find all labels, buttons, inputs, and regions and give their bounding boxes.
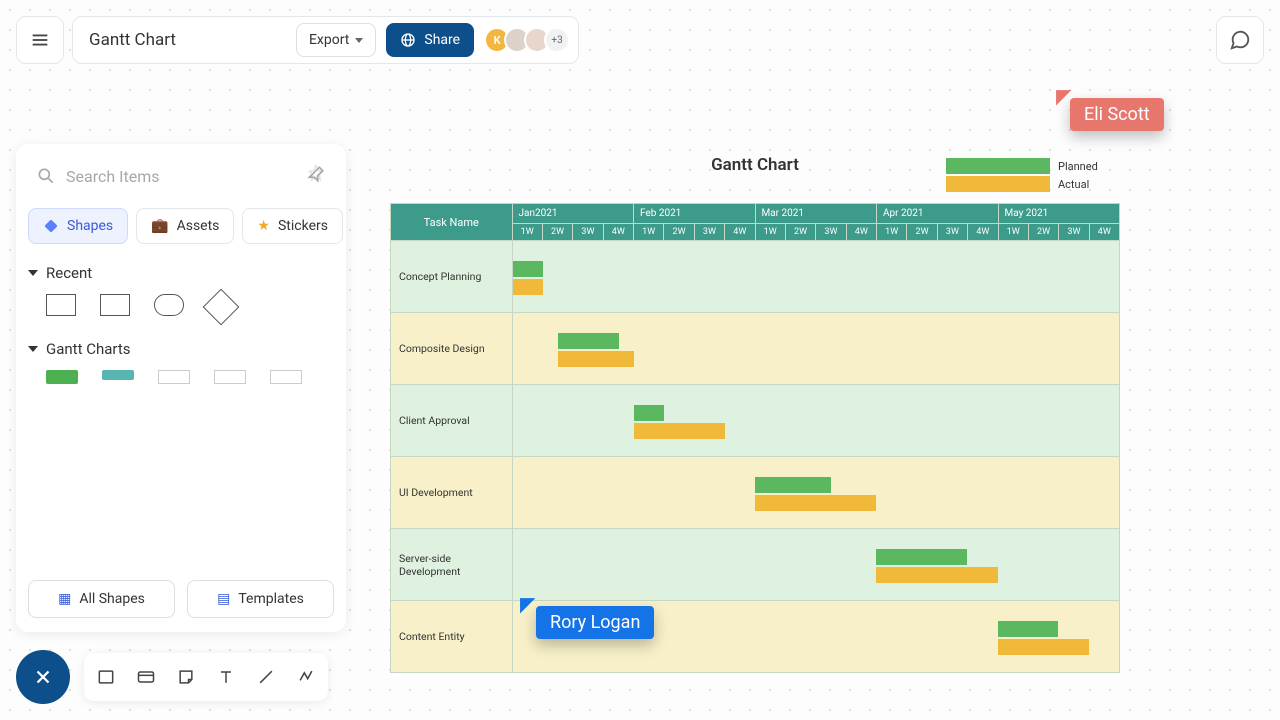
avatar-more[interactable]: +3 <box>544 27 570 53</box>
collaborator-avatars[interactable]: K +3 <box>490 27 570 53</box>
chart-title: Gantt Chart <box>390 155 1120 175</box>
pin-icon[interactable] <box>306 164 326 188</box>
gantt-thumb[interactable] <box>46 370 78 384</box>
section-gantt-charts[interactable]: Gantt Charts <box>28 340 334 358</box>
actual-bar[interactable] <box>876 567 997 583</box>
task-name: Client Approval <box>391 385 513 457</box>
close-icon <box>32 666 54 688</box>
task-bar-cell[interactable] <box>512 385 1120 457</box>
actual-bar[interactable] <box>998 639 1089 655</box>
shape-diamond[interactable] <box>203 289 240 326</box>
shape-rectangle[interactable] <box>100 294 130 316</box>
menu-button[interactable] <box>16 16 64 64</box>
close-panel-button[interactable] <box>16 650 70 704</box>
gantt-thumb[interactable] <box>214 370 246 384</box>
planned-bar[interactable] <box>998 621 1059 637</box>
globe-icon <box>400 32 416 48</box>
planned-bar[interactable] <box>634 405 664 421</box>
task-name: Content Entity <box>391 601 513 673</box>
share-button[interactable]: Share <box>386 23 474 57</box>
actual-bar[interactable] <box>513 279 543 295</box>
collaborator-cursor: Rory Logan <box>536 606 654 639</box>
task-bar-cell[interactable] <box>512 313 1120 385</box>
sticky-note-tool[interactable] <box>174 665 198 689</box>
export-button[interactable]: Export <box>296 23 376 57</box>
tab-shapes[interactable]: Shapes <box>28 208 128 244</box>
templates-button[interactable]: ▤ Templates <box>187 580 334 618</box>
tool-strip <box>84 653 328 701</box>
template-icon: ▤ <box>217 591 230 607</box>
briefcase-icon: 💼 <box>151 218 168 234</box>
gantt-thumb[interactable] <box>158 370 190 384</box>
text-tool[interactable] <box>214 665 238 689</box>
gantt-thumb[interactable] <box>102 370 134 380</box>
shape-pill[interactable] <box>154 294 184 316</box>
hamburger-icon <box>29 29 51 51</box>
chevron-down-icon <box>28 346 38 352</box>
actual-bar[interactable] <box>558 351 634 367</box>
task-name: Composite Design <box>391 313 513 385</box>
actual-bar[interactable] <box>634 423 725 439</box>
document-title[interactable]: Gantt Chart <box>89 30 176 50</box>
planned-bar[interactable] <box>755 477 831 493</box>
all-shapes-button[interactable]: ▦ All Shapes <box>28 580 175 618</box>
gantt-chart[interactable]: Gantt Chart Task NameJan2021Feb 2021Mar … <box>390 155 1120 673</box>
cursor-icon: ◤ <box>520 592 535 616</box>
chevron-down-icon <box>355 38 363 43</box>
search-input[interactable] <box>66 167 296 186</box>
task-name: UI Development <box>391 457 513 529</box>
planned-bar[interactable] <box>558 333 619 349</box>
collaborator-cursor: Eli Scott <box>1070 98 1164 131</box>
shape-rectangle[interactable] <box>46 294 76 316</box>
task-bar-cell[interactable] <box>512 529 1120 601</box>
task-bar-cell[interactable] <box>512 241 1120 313</box>
planned-bar[interactable] <box>876 549 967 565</box>
chevron-down-icon <box>28 270 38 276</box>
shapes-panel: Shapes 💼 Assets ★ Stickers Recent Gantt … <box>16 144 346 632</box>
task-name: Concept Planning <box>391 241 513 313</box>
planned-bar[interactable] <box>513 261 543 277</box>
search-icon <box>36 166 56 186</box>
task-bar-cell[interactable] <box>512 457 1120 529</box>
actual-bar[interactable] <box>755 495 876 511</box>
freehand-tool[interactable] <box>294 665 318 689</box>
title-card: Gantt Chart Export Share K +3 <box>72 16 579 64</box>
line-tool[interactable] <box>254 665 278 689</box>
star-icon: ★ <box>257 218 270 234</box>
shape-icon <box>43 218 59 234</box>
tab-assets[interactable]: 💼 Assets <box>136 208 234 244</box>
card-tool[interactable] <box>134 665 158 689</box>
grid-icon: ▦ <box>58 591 71 607</box>
rectangle-tool[interactable] <box>94 665 118 689</box>
section-recent[interactable]: Recent <box>28 264 334 282</box>
tab-stickers[interactable]: ★ Stickers <box>242 208 343 244</box>
gantt-thumb[interactable] <box>270 370 302 384</box>
task-name: Server-side Development <box>391 529 513 601</box>
chat-icon <box>1229 29 1251 51</box>
comments-button[interactable] <box>1216 16 1264 64</box>
